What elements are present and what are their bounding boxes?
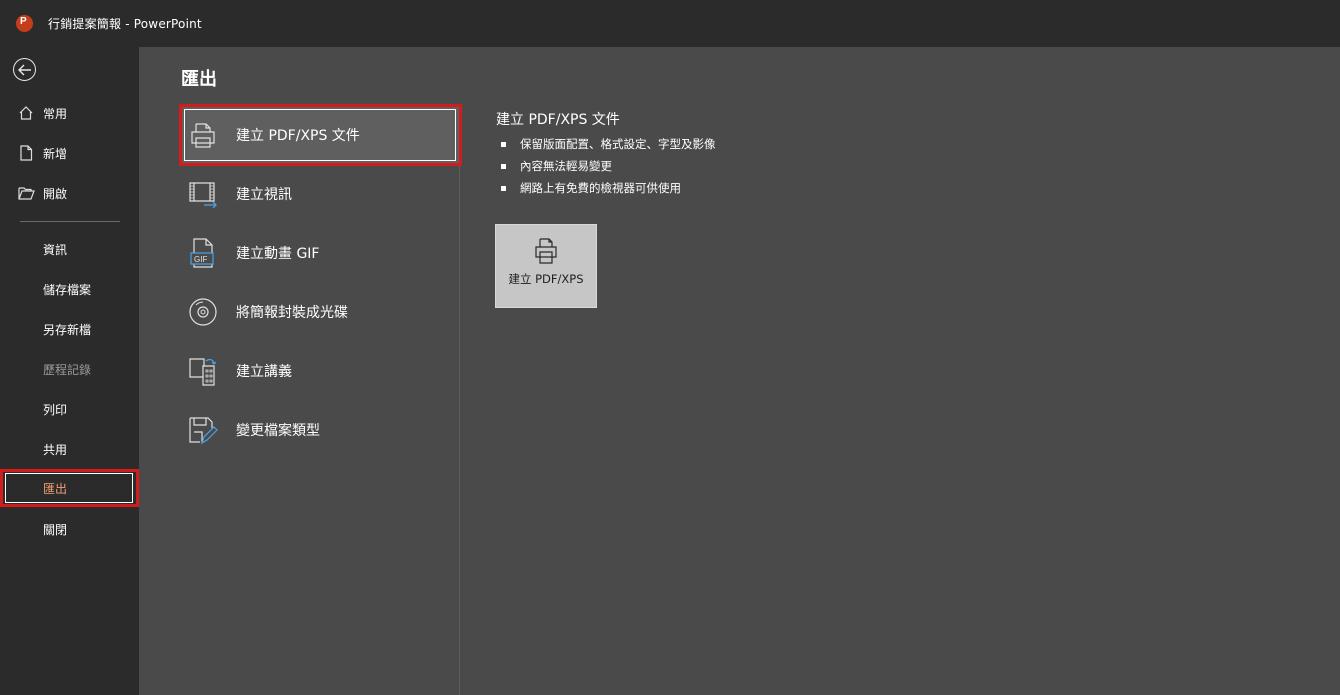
- option-create-gif[interactable]: GIF 建立動畫 GIF: [180, 225, 460, 281]
- change-file-type-icon: [188, 415, 218, 445]
- pdf-xps-icon: [532, 237, 560, 265]
- backstage-sidebar: 常用 新增 開啟 資訊 儲存檔案 另存新檔 歷程記錄 列印 共用 匯出 關閉: [0, 47, 139, 695]
- list-item: 網路上有免費的檢視器可供使用: [496, 177, 716, 199]
- gif-icon: GIF: [188, 238, 218, 268]
- sidebar-item-label: 開啟: [43, 186, 68, 201]
- sidebar-item-label: 關閉: [43, 522, 68, 537]
- handout-icon: [188, 356, 218, 386]
- sidebar-item-label: 新增: [43, 146, 68, 161]
- option-focus-outline: [184, 109, 456, 161]
- sidebar-item-label: 常用: [43, 106, 68, 121]
- option-label: 將簡報封裝成光碟: [236, 305, 348, 321]
- video-icon: [188, 179, 218, 209]
- create-pdf-xps-button[interactable]: 建立 PDF/XPS: [495, 224, 597, 308]
- sidebar-item-print[interactable]: 列印: [0, 391, 139, 427]
- bullet-text: 內容無法輕易變更: [520, 159, 612, 173]
- sidebar-item-label: 儲存檔案: [43, 282, 92, 297]
- option-label: 變更檔案類型: [236, 423, 320, 439]
- home-icon: [17, 104, 35, 122]
- option-create-handouts[interactable]: 建立講義: [180, 343, 460, 399]
- bullet-icon: [501, 163, 506, 169]
- option-change-file-type[interactable]: 變更檔案類型: [180, 402, 460, 458]
- sidebar-item-home[interactable]: 常用: [0, 95, 139, 131]
- export-panel: 匯出 建立 PDF/XPS 文件 建立視訊 GIF 建立動畫 GIF 將簡報封裝…: [139, 47, 1340, 695]
- title-bar: 行銷提案簡報 - PowerPoint: [0, 0, 1340, 47]
- option-label: 建立視訊: [236, 187, 292, 203]
- list-item: 內容無法輕易變更: [496, 155, 716, 177]
- sidebar-item-new[interactable]: 新增: [0, 135, 139, 171]
- bullet-icon: [501, 141, 506, 147]
- detail-bullet-list: 保留版面配置、格式設定、字型及影像 內容無法輕易變更 網路上有免費的檢視器可供使…: [496, 133, 716, 199]
- sidebar-item-open[interactable]: 開啟: [0, 175, 139, 211]
- svg-text:GIF: GIF: [194, 255, 207, 264]
- sidebar-item-save[interactable]: 儲存檔案: [0, 271, 139, 307]
- bullet-text: 保留版面配置、格式設定、字型及影像: [520, 137, 716, 151]
- export-focus-outline: [5, 473, 133, 503]
- sidebar-item-info[interactable]: 資訊: [0, 231, 139, 267]
- sidebar-divider: [20, 221, 120, 222]
- sidebar-item-share[interactable]: 共用: [0, 431, 139, 467]
- bullet-text: 網路上有免費的檢視器可供使用: [520, 181, 681, 195]
- sidebar-item-label: 資訊: [43, 242, 68, 257]
- option-label: 建立動畫 GIF: [236, 246, 320, 262]
- option-create-video[interactable]: 建立視訊: [180, 166, 460, 222]
- sidebar-item-label: 歷程記錄: [43, 362, 92, 377]
- sidebar-item-close[interactable]: 關閉: [0, 511, 139, 547]
- new-file-icon: [17, 144, 35, 162]
- sidebar-item-history: 歷程記錄: [0, 351, 139, 387]
- sidebar-item-label: 共用: [43, 442, 68, 457]
- sidebar-item-label: 列印: [43, 402, 68, 417]
- sidebar-item-save-as[interactable]: 另存新檔: [0, 311, 139, 347]
- sidebar-item-label: 另存新檔: [43, 322, 92, 337]
- detail-title: 建立 PDF/XPS 文件: [496, 112, 620, 128]
- open-folder-icon: [17, 184, 35, 202]
- option-package-cd[interactable]: 將簡報封裝成光碟: [180, 284, 460, 340]
- button-label: 建立 PDF/XPS: [508, 272, 584, 286]
- cd-icon: [188, 297, 218, 327]
- window-title: 行銷提案簡報 - PowerPoint: [48, 17, 202, 31]
- bullet-icon: [501, 185, 506, 191]
- page-title: 匯出: [181, 69, 217, 90]
- list-item: 保留版面配置、格式設定、字型及影像: [496, 133, 716, 155]
- powerpoint-logo-icon: [16, 15, 33, 32]
- option-label: 建立講義: [236, 364, 292, 380]
- back-arrow-icon[interactable]: [13, 58, 36, 81]
